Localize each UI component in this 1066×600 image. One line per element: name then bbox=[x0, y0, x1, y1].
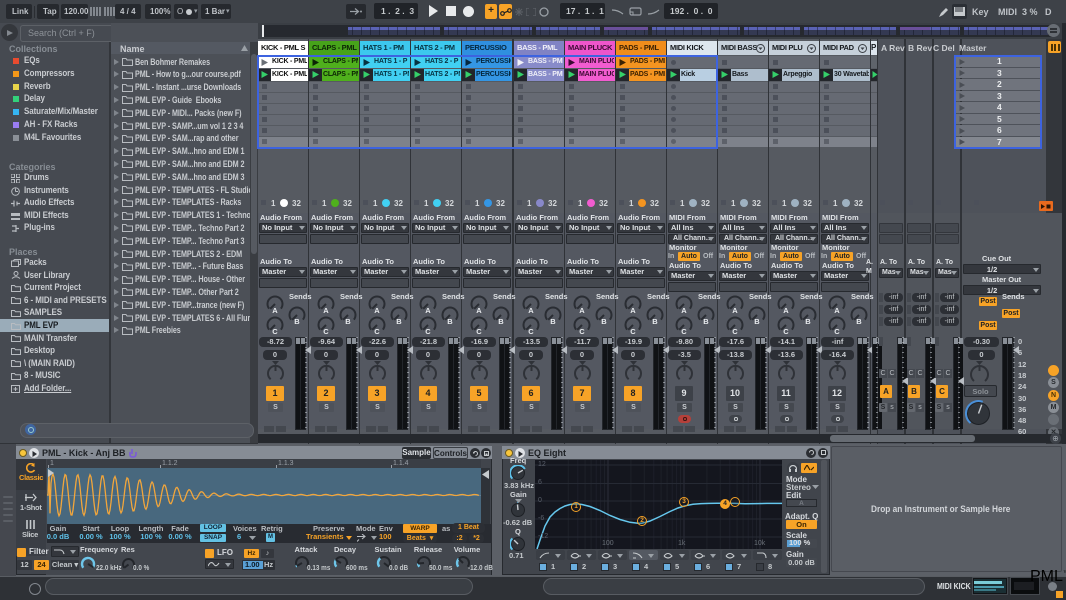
svg-text:C: C bbox=[323, 327, 329, 336]
svg-text:A: A bbox=[374, 306, 380, 315]
svg-text:C: C bbox=[272, 327, 278, 336]
svg-text:A: A bbox=[732, 306, 738, 315]
svg-text:B: B bbox=[601, 317, 607, 326]
svg-text:A: A bbox=[476, 306, 482, 315]
svg-text:C: C bbox=[528, 327, 534, 336]
svg-text:A: A bbox=[681, 306, 687, 315]
svg-text:A: A bbox=[579, 306, 585, 315]
svg-text:C: C bbox=[476, 327, 482, 336]
svg-text:A: A bbox=[630, 306, 636, 315]
svg-text:B: B bbox=[754, 317, 760, 326]
svg-text:C: C bbox=[681, 327, 687, 336]
svg-text:A: A bbox=[425, 306, 431, 315]
svg-text:A: A bbox=[783, 306, 789, 315]
svg-text:C: C bbox=[374, 327, 380, 336]
svg-text:B: B bbox=[550, 317, 556, 326]
svg-text:B: B bbox=[447, 317, 453, 326]
svg-text:B: B bbox=[396, 317, 402, 326]
svg-text:C: C bbox=[425, 327, 431, 336]
svg-text:A: A bbox=[323, 306, 329, 315]
svg-text:B: B bbox=[498, 317, 504, 326]
svg-text:B: B bbox=[805, 317, 811, 326]
svg-text:B: B bbox=[345, 317, 351, 326]
svg-text:A: A bbox=[834, 306, 840, 315]
svg-text:C: C bbox=[630, 327, 636, 336]
svg-text:C: C bbox=[732, 327, 738, 336]
svg-text:C: C bbox=[834, 327, 840, 336]
svg-text:A: A bbox=[272, 306, 278, 315]
svg-text:C: C bbox=[783, 327, 789, 336]
svg-text:B: B bbox=[294, 317, 300, 326]
svg-text:A: A bbox=[528, 306, 534, 315]
svg-text:B: B bbox=[703, 317, 709, 326]
svg-text:C: C bbox=[579, 327, 585, 336]
svg-text:B: B bbox=[856, 317, 862, 326]
svg-text:B: B bbox=[652, 317, 658, 326]
